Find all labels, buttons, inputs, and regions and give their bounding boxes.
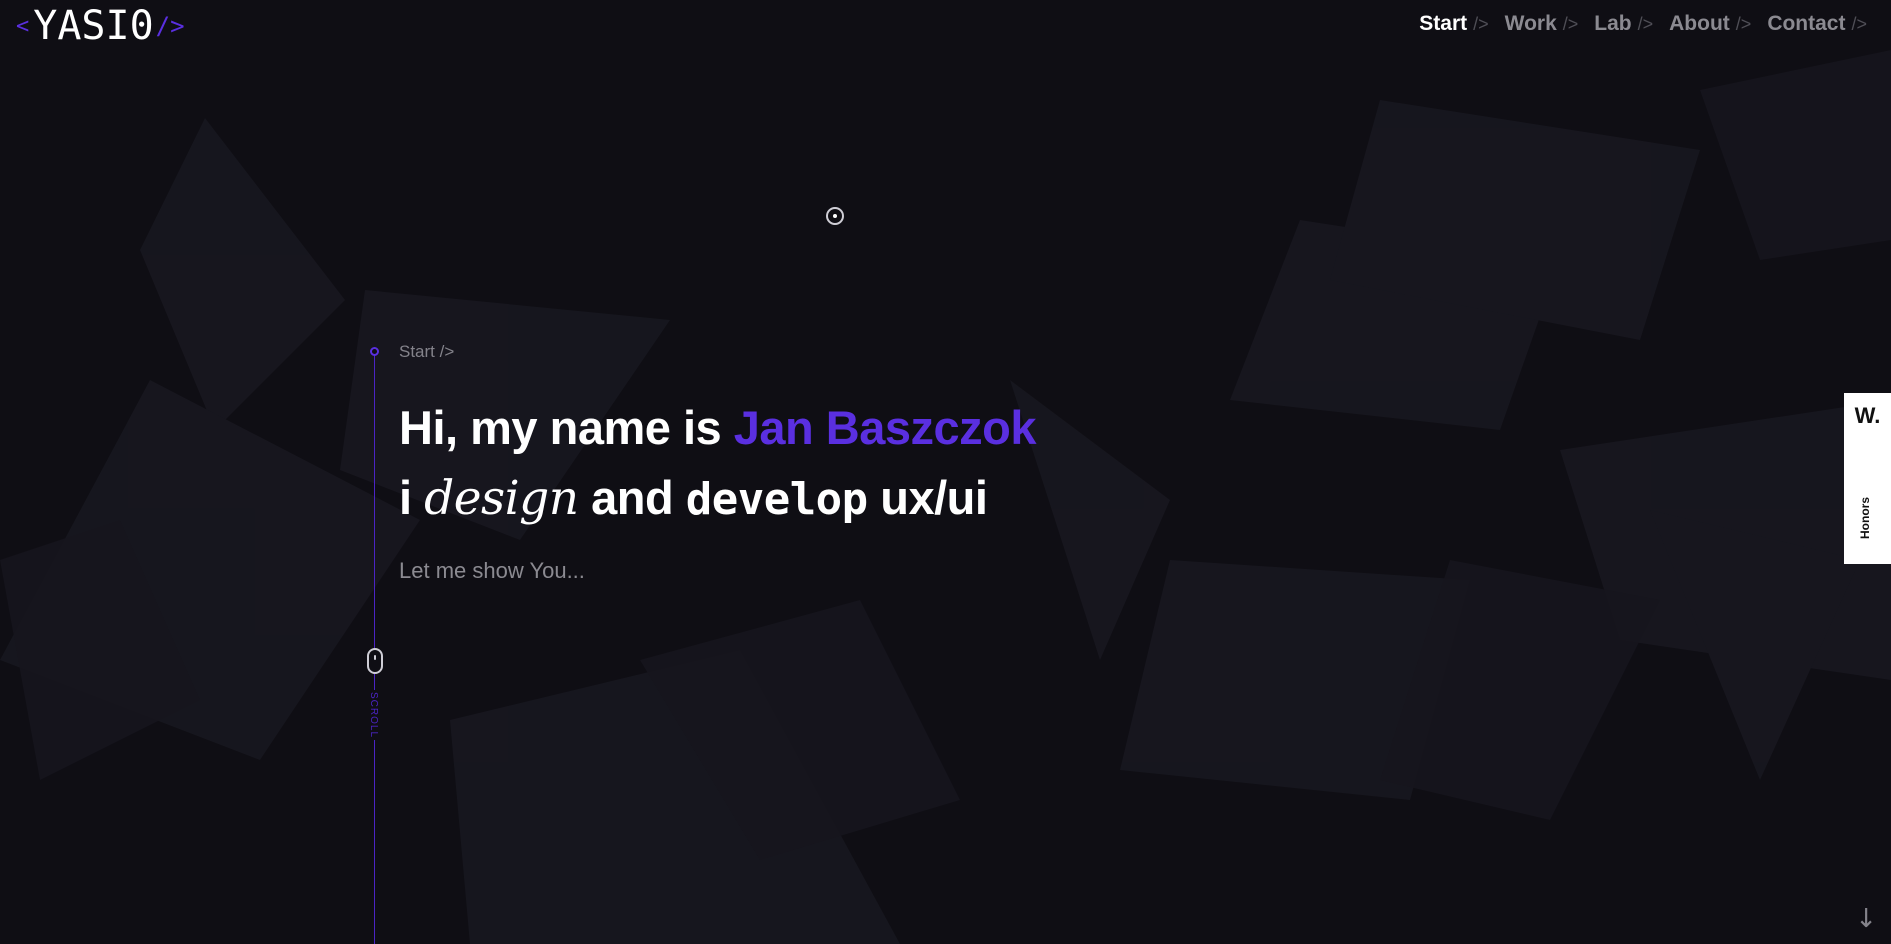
nav-item-separator: />: [1735, 14, 1752, 34]
awwwards-logo: W.: [1854, 403, 1881, 428]
logo-prefix: <: [16, 13, 30, 39]
headline-line-2: i design and develop ux/ui: [399, 463, 1036, 535]
nav-item-label: Work: [1504, 12, 1557, 35]
scroll-label: SCROLL: [368, 690, 379, 741]
headline-i: i: [399, 471, 425, 524]
nav-item-about[interactable]: About />: [1669, 12, 1751, 36]
headline-greeting: Hi, my name is: [399, 401, 734, 454]
hero-subline: Let me show You...: [399, 558, 585, 583]
main-nav: Start /> Work /> Lab /> About /> Contact…: [1419, 12, 1867, 36]
headline-line-1: Hi, my name is Jan Baszczok: [399, 393, 1036, 463]
headline-name: Jan Baszczok: [733, 401, 1037, 454]
mouse-icon[interactable]: [367, 648, 383, 674]
nav-item-label: Lab: [1594, 12, 1632, 35]
nav-item-separator: />: [1637, 14, 1654, 34]
headline-develop: develop: [685, 474, 868, 525]
nav-item-contact[interactable]: Contact />: [1767, 12, 1867, 36]
bg-polygon: [140, 118, 345, 430]
arrow-down-icon[interactable]: ↓: [1855, 906, 1877, 932]
nav-item-label: Start: [1419, 12, 1468, 35]
bg-polygon: [1700, 50, 1891, 260]
hero-headline: Hi, my name is Jan Baszczok i design and…: [399, 393, 1036, 535]
headline-design: design: [424, 471, 579, 526]
logo-suffix: />: [155, 12, 185, 40]
headline-and: and: [578, 471, 686, 524]
honors-badge[interactable]: W. Honors: [1844, 393, 1891, 564]
logo-name: YASI0: [33, 3, 154, 49]
honors-label: Honors: [1858, 497, 1872, 539]
timeline-start-dot: [370, 347, 379, 356]
headline-tail: ux/ui: [867, 471, 988, 524]
nav-item-start[interactable]: Start />: [1419, 12, 1488, 36]
nav-item-work[interactable]: Work />: [1505, 12, 1579, 36]
nav-item-separator: />: [1851, 14, 1867, 34]
section-label: Start />: [399, 342, 455, 361]
nav-item-separator: />: [1473, 14, 1489, 34]
target-dot-icon: [826, 207, 844, 225]
nav-item-lab[interactable]: Lab />: [1594, 12, 1653, 36]
hero-page: < YASI0 /> Start /> Work /> Lab /> About…: [0, 0, 1891, 944]
site-logo[interactable]: < YASI0 />: [16, 3, 185, 49]
nav-item-label: Contact: [1767, 12, 1846, 35]
nav-item-separator: />: [1562, 14, 1579, 34]
nav-item-label: About: [1669, 12, 1730, 35]
